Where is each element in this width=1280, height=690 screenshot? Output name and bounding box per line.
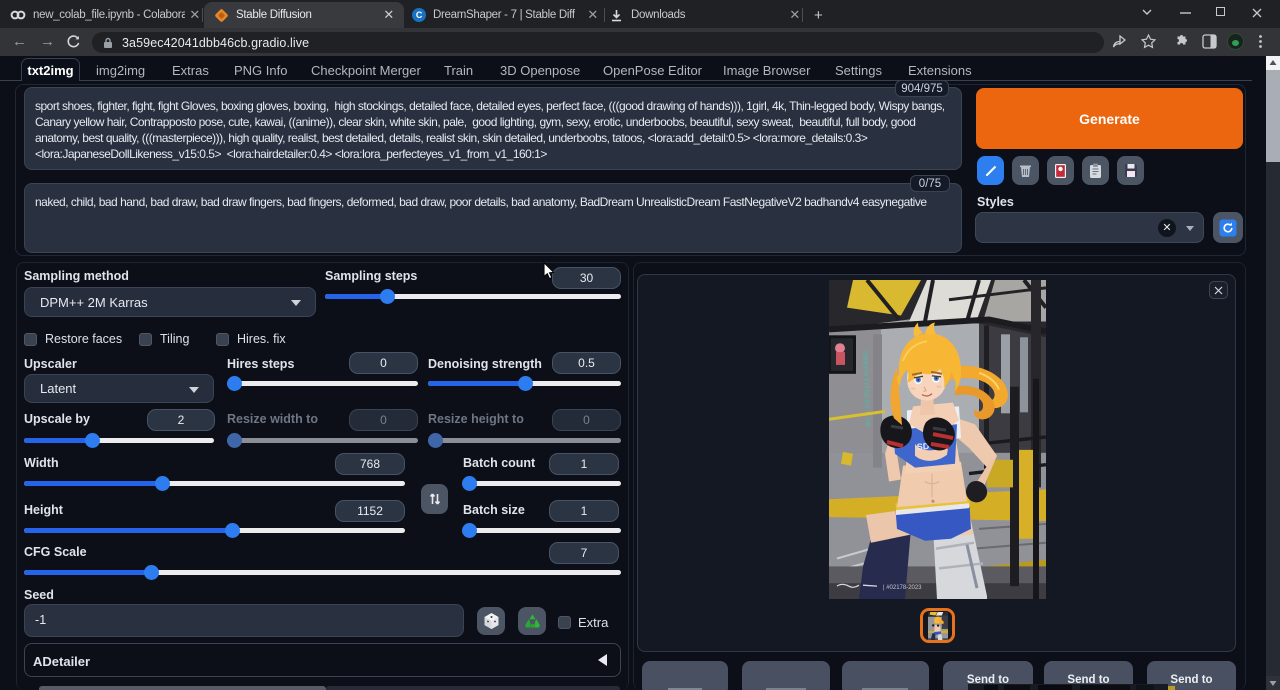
svg-text:| #02178-2023: | #02178-2023: [883, 585, 922, 591]
svg-text:C: C: [416, 10, 423, 20]
